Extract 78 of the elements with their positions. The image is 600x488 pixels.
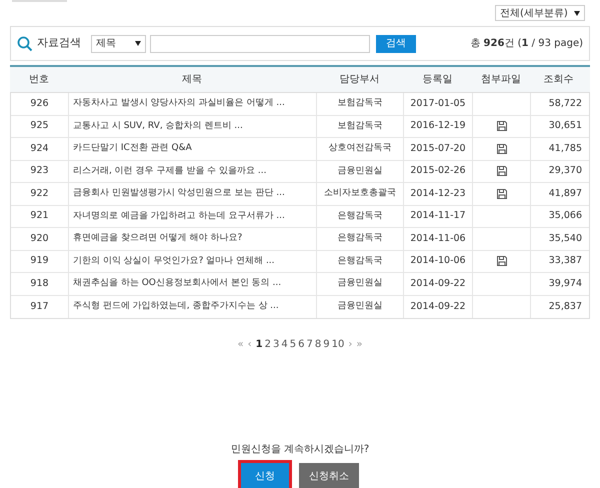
table-cell-text: 금융민원실 [338,300,382,313]
table-cell: 25,837 [548,300,582,314]
table-cell: 2014-09-22 [410,300,466,314]
title-link[interactable]: 채권추심을 하는 OO신용정보회사에서 본인 동의 ... [73,277,282,290]
table-cell: 917 [30,300,49,314]
table-cell: 2014-12-23 [410,186,466,201]
column-header: 등록일 [422,73,452,87]
field-select[interactable]: 제목 [91,34,146,52]
table-cell: 35,066 [548,209,582,224]
table-cell: 921 [30,209,49,224]
table-cell: 41,785 [548,142,582,156]
category-select[interactable]: 전체(세부분류) [495,5,585,21]
table-cell: 30,651 [548,119,582,134]
table-cell: 924 [30,142,49,156]
table-cell: 33,387 [548,254,582,268]
search-button[interactable]: 검색 [376,34,416,52]
table-cell-text: 은행감독국 [338,210,382,222]
page-link[interactable]: 9 [323,337,330,352]
column-header: 제목 [182,73,202,87]
table-cell: 920 [30,232,49,246]
search-label: 자료검색 [37,35,81,52]
column-header: 첨부파일 [481,73,521,87]
table-cell: 2017-01-05 [410,96,466,111]
page-link[interactable]: 3 [272,337,280,352]
title-link[interactable]: 휴면예금을 찾으려면 어떻게 해야 하나요? [73,232,242,246]
table-cell: 2015-02-26 [410,164,466,178]
table-cell-text: 금융민원실 [338,164,382,178]
table-cell: 918 [30,276,49,291]
column-header: 담당부서 [340,73,380,87]
apply-button[interactable]: 신청 [241,463,289,488]
page-link[interactable]: 2 [264,337,271,352]
search-icon [17,36,33,52]
title-link[interactable]: 자동차사고 발생시 양당사자의 과실비율은 어떻게 ... [73,97,285,110]
column-header: 번호 [29,73,49,87]
table-cell: 2014-11-06 [410,232,466,246]
table-cell-text: 보험감독국 [338,120,382,132]
table-cell-text: 은행감독국 [338,232,382,245]
table-cell-text: 소비자보호총괄국 [324,187,396,200]
page-link[interactable]: 7 [306,337,313,352]
table-cell: 925 [30,119,49,134]
table-cell: 919 [30,254,49,268]
table-cell: 2014-10-06 [410,254,466,268]
page-link[interactable]: 10 [332,337,344,352]
title-link[interactable]: 카드단말기 IC전환 관련 Q&A [73,142,192,156]
confirm-question: 민원신청을 계속하시겠습니까? [230,443,370,457]
title-link[interactable]: 교통사고 시 SUV, RV, 승합차의 렌트비 ... [73,120,243,133]
table-cell: 926 [30,96,49,111]
page-link[interactable]: 8 [314,337,322,352]
table-cell: 41,897 [548,186,582,201]
table-cell: 39,974 [548,276,582,291]
table-cell-text: 상호여전감독국 [328,142,392,155]
table-cell: 922 [30,186,49,201]
table-cell: 35,540 [548,232,582,246]
page-link[interactable]: 1 [256,337,263,352]
table-cell: 2015-07-20 [410,142,466,156]
title-link[interactable]: 주식형 펀드에 가입하였는데, 종합주가지수는 상 ... [73,300,279,314]
page-link[interactable]: 4 [281,337,288,352]
table-cell: 58,722 [548,96,582,111]
page-link[interactable]: 5 [290,337,296,352]
table-cell: 923 [30,164,49,178]
table-cell: 2014-09-22 [410,276,466,291]
dropdown-caret-icon [574,10,580,16]
column-header: 조회수 [544,73,574,87]
title-link[interactable]: 기한의 이익 상실이 무엇인가요? 얼마나 연체해 ... [73,254,275,268]
apply-button[interactable]: 신청취소 [299,463,359,488]
title-link[interactable]: 자녀명의로 예금을 가입하려고 하는데 요구서류가 ... [73,210,285,223]
title-link[interactable]: 리스거래, 이런 경우 구제를 받을 수 있을까요 ... [73,164,266,178]
table-cell-text: 은행감독국 [338,254,382,268]
table-cell: 2016-12-19 [410,119,466,134]
page-link[interactable]: 6 [298,337,304,352]
table-cell-text: 금융민원실 [338,277,382,290]
table-cell: 29,370 [548,164,582,178]
title-link[interactable]: 금융회사 민원발생평가시 악성민원으로 보는 판단 ... [73,187,285,200]
total-count: 총 926건 (1 / 93 page) [470,37,583,51]
dropdown-caret-icon [135,41,141,46]
search-field[interactable] [150,34,370,52]
table-cell-text: 보험감독국 [338,97,382,110]
table-cell: 2014-11-17 [410,209,466,224]
